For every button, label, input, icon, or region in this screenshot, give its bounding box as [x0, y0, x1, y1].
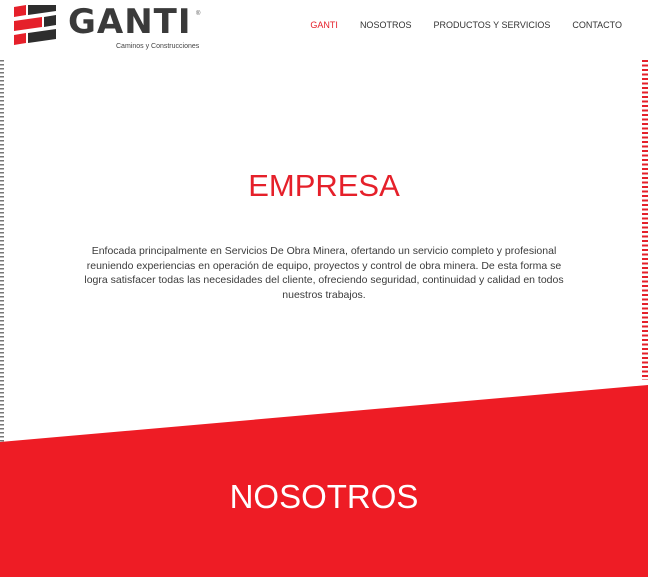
ganti-logo[interactable]: GANTI ® Caminos y Construcciones [12, 2, 202, 51]
nav-item-ganti[interactable]: GANTI [310, 20, 338, 30]
logo-tagline: Caminos y Construcciones [116, 43, 200, 50]
nosotros-title: NOSOTROS [229, 478, 419, 515]
nav-item-nosotros[interactable]: NOSOTROS [360, 20, 412, 30]
ganti-logo-icon [14, 5, 56, 45]
site-header: GANTI ® Caminos y Construcciones GANTI N… [0, 0, 648, 56]
logo-registered-mark: ® [196, 11, 201, 17]
main-nav: GANTI NOSOTROS PRODUCTOS Y SERVICIOS CON… [310, 20, 622, 30]
nav-item-contacto[interactable]: CONTACTO [572, 20, 622, 30]
logo-wordmark: GANTI [68, 2, 192, 42]
nav-item-productos-y-servicios[interactable]: PRODUCTOS Y SERVICIOS [433, 20, 550, 30]
